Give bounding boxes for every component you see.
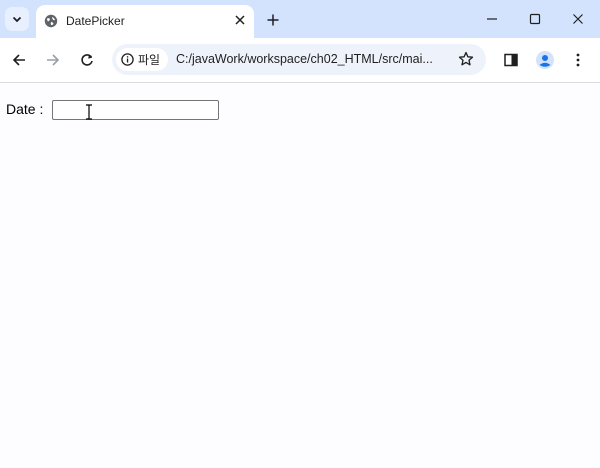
new-tab-button[interactable] bbox=[263, 10, 283, 30]
maximize-button[interactable] bbox=[513, 0, 557, 38]
kebab-menu-icon bbox=[576, 53, 580, 67]
profile-button[interactable] bbox=[534, 49, 556, 71]
site-chip-label: 파일 bbox=[138, 53, 161, 67]
tab-search-chevron-icon bbox=[12, 16, 22, 23]
address-bar[interactable]: 파일 C:/javaWork/workspace/ch02_HTML/src/m… bbox=[112, 44, 486, 75]
minimize-button[interactable] bbox=[470, 0, 514, 38]
page-content: Date : bbox=[0, 84, 600, 468]
star-icon[interactable] bbox=[458, 51, 474, 67]
date-label: Date : bbox=[6, 101, 44, 117]
tab-close-button[interactable] bbox=[232, 12, 248, 28]
globe-icon bbox=[44, 14, 58, 28]
plus-icon bbox=[267, 14, 279, 26]
minimize-icon bbox=[487, 18, 497, 20]
close-icon bbox=[235, 15, 245, 25]
profile-icon bbox=[536, 51, 554, 69]
side-panel-button[interactable] bbox=[500, 49, 522, 71]
date-input[interactable] bbox=[52, 100, 219, 120]
forward-arrow-icon bbox=[47, 54, 60, 66]
back-arrow-icon bbox=[12, 54, 25, 66]
window-close-icon bbox=[573, 14, 583, 24]
info-icon bbox=[121, 53, 134, 66]
window-close-button[interactable] bbox=[556, 0, 600, 38]
browser-toolbar: 파일 C:/javaWork/workspace/ch02_HTML/src/m… bbox=[0, 38, 600, 83]
menu-button[interactable] bbox=[567, 49, 589, 71]
forward-button[interactable] bbox=[42, 49, 64, 71]
back-button[interactable] bbox=[8, 49, 30, 71]
active-tab[interactable]: DatePicker bbox=[36, 5, 254, 38]
site-info-chip[interactable]: 파일 bbox=[116, 48, 168, 71]
address-text: C:/javaWork/workspace/ch02_HTML/src/mai.… bbox=[176, 52, 433, 66]
tab-strip: DatePicker bbox=[0, 0, 600, 38]
maximize-icon bbox=[529, 13, 541, 25]
tab-search-button[interactable] bbox=[5, 7, 29, 31]
side-panel-icon bbox=[504, 53, 518, 67]
tab-title: DatePicker bbox=[66, 14, 125, 28]
text-cursor-icon bbox=[86, 104, 92, 120]
reload-icon bbox=[81, 54, 93, 66]
reload-button[interactable] bbox=[76, 49, 98, 71]
